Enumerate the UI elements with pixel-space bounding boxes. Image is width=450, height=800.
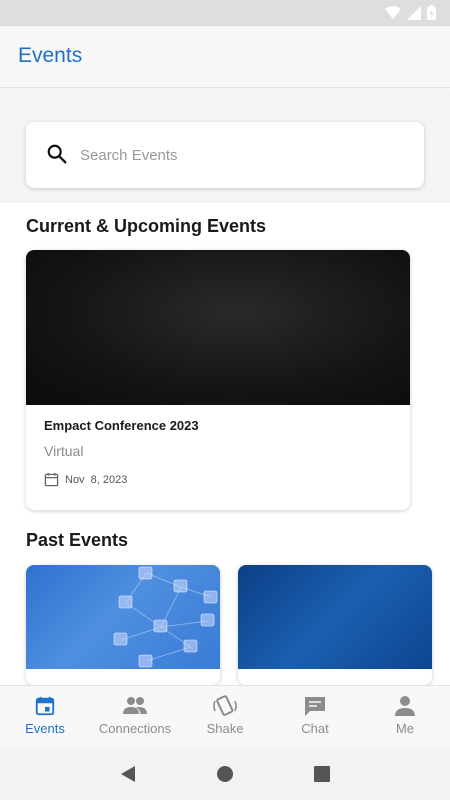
- event-date-row: Nov 8, 2023: [44, 472, 127, 487]
- nav-label-chat: Chat: [301, 721, 329, 736]
- calendar-icon: [44, 472, 59, 487]
- nav-label-connections: Connections: [98, 721, 172, 736]
- recents-icon[interactable]: [314, 765, 330, 782]
- past-event-image: [26, 565, 220, 669]
- system-nav-bar: [0, 747, 450, 800]
- battery-icon: [427, 5, 436, 20]
- search-icon: [47, 144, 67, 164]
- network-pattern: [113, 566, 218, 668]
- event-banner-image: [26, 250, 410, 405]
- event-name: Empact Conference 2023: [44, 418, 199, 433]
- nav-label-shake: Shake: [206, 721, 244, 736]
- app-bar: Events: [0, 26, 450, 88]
- signal-icon: [407, 5, 421, 20]
- bottom-nav: Events Connections Shake Chat Me: [0, 685, 450, 747]
- current-events-heading: Current & Upcoming Events: [26, 216, 267, 236]
- chat-bubble-icon: [305, 697, 325, 716]
- back-icon[interactable]: [120, 765, 136, 783]
- past-event-image: [238, 565, 432, 669]
- search-box[interactable]: [26, 122, 424, 188]
- page-title: Events: [18, 44, 83, 67]
- home-icon[interactable]: [216, 765, 234, 783]
- past-events-heading: Past Events: [26, 530, 129, 550]
- search-input[interactable]: [80, 141, 400, 169]
- event-date: Nov 8, 2023: [65, 473, 128, 486]
- wifi-icon: [385, 5, 401, 19]
- shake-phone-icon: [213, 695, 237, 716]
- past-event-card[interactable]: [238, 565, 432, 685]
- person-icon: [395, 696, 415, 716]
- past-event-card[interactable]: [26, 565, 220, 685]
- nav-item-shake[interactable]: Shake: [180, 686, 270, 747]
- status-bar: [0, 0, 450, 26]
- nav-label-events: Events: [25, 721, 65, 736]
- search-section: [0, 89, 450, 203]
- calendar-icon: [35, 696, 55, 716]
- status-icons: [385, 5, 436, 20]
- event-card[interactable]: Empact Conference 2023 Virtual Nov 8, 20…: [26, 250, 410, 510]
- nav-item-connections[interactable]: Connections: [90, 686, 180, 747]
- nav-label-me: Me: [395, 721, 415, 736]
- event-location: Virtual: [44, 443, 84, 459]
- nav-item-chat[interactable]: Chat: [270, 686, 360, 747]
- nav-item-events[interactable]: Events: [0, 686, 90, 747]
- people-icon: [123, 697, 147, 714]
- nav-item-me[interactable]: Me: [360, 686, 450, 747]
